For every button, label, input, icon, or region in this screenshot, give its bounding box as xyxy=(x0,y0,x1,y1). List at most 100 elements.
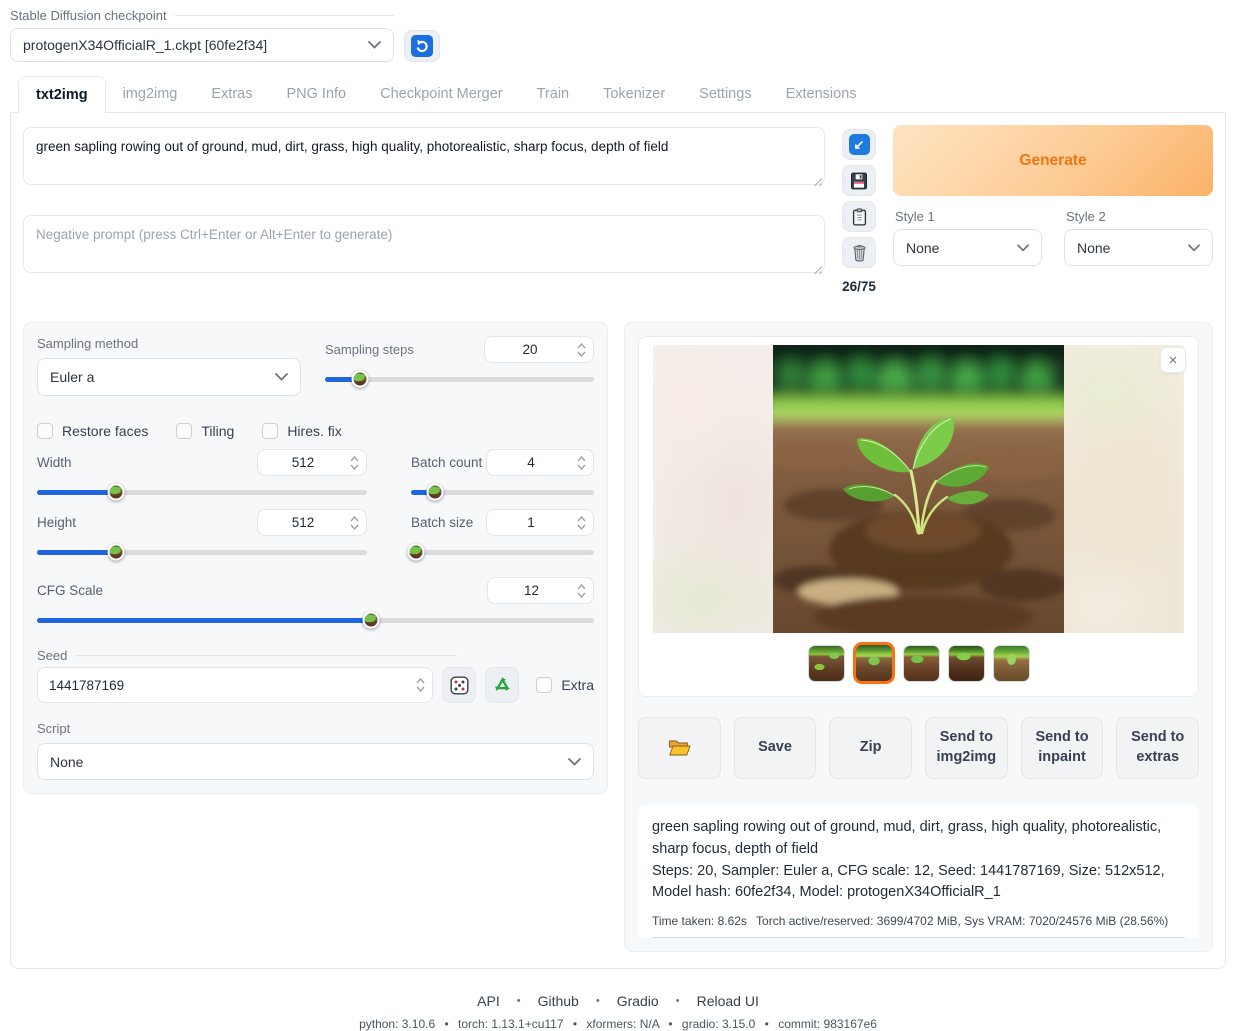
reuse-seed-button[interactable] xyxy=(485,667,519,703)
checkpoint-label: Stable Diffusion checkpoint xyxy=(10,8,394,23)
height-slider[interactable] xyxy=(37,544,367,560)
prompt-input[interactable]: green sapling rowing out of ground, mud,… xyxy=(23,127,825,185)
paste-generation-params-button[interactable]: ↙ xyxy=(842,129,876,160)
batch-count-slider[interactable] xyxy=(411,484,594,500)
stepper-icon[interactable] xyxy=(414,678,432,692)
gallery-thumbnail[interactable] xyxy=(903,645,940,682)
generate-button[interactable]: Generate xyxy=(893,125,1213,196)
api-link[interactable]: API xyxy=(477,993,500,1009)
width-input[interactable]: 512 xyxy=(257,449,367,476)
slider-thumb[interactable] xyxy=(108,544,125,561)
token-counter: 26/75 xyxy=(842,279,876,294)
extra-seed-label: Extra xyxy=(561,677,594,693)
style1-dropdown[interactable]: None xyxy=(893,229,1042,266)
dot-separator: • xyxy=(676,995,680,1007)
height-input[interactable]: 512 xyxy=(257,509,367,536)
negative-prompt-input[interactable] xyxy=(23,215,825,273)
clipboard-icon xyxy=(850,207,869,227)
hires-fix-checkbox[interactable]: Hires. fix xyxy=(262,423,341,439)
send-to-img2img-button[interactable]: Send to img2img xyxy=(925,717,1008,779)
batch-size-input[interactable]: 1 xyxy=(486,509,594,536)
gallery-thumbnail[interactable] xyxy=(808,645,845,682)
batch-count-input[interactable]: 4 xyxy=(486,449,594,476)
slider-thumb[interactable] xyxy=(426,484,443,501)
close-icon[interactable]: × xyxy=(1160,347,1186,373)
reload-ui-link[interactable]: Reload UI xyxy=(697,993,759,1009)
sampling-method-dropdown[interactable]: Euler a xyxy=(37,358,301,396)
tab-extensions[interactable]: Extensions xyxy=(769,76,874,112)
open-folder-icon xyxy=(667,738,692,758)
dice-icon xyxy=(449,675,470,696)
github-link[interactable]: Github xyxy=(538,993,579,1009)
slider-thumb[interactable] xyxy=(108,484,125,501)
checkbox-icon xyxy=(262,423,278,439)
dot-separator: • xyxy=(517,995,521,1007)
cfg-scale-slider[interactable] xyxy=(37,612,594,628)
tab-png-info[interactable]: PNG Info xyxy=(269,76,363,112)
sampling-steps-value: 20 xyxy=(485,342,575,357)
tab-tokenizer[interactable]: Tokenizer xyxy=(586,76,682,112)
sampling-steps-input[interactable]: 20 xyxy=(484,336,594,363)
zip-button[interactable]: Zip xyxy=(829,717,912,779)
gradio-link[interactable]: Gradio xyxy=(617,993,659,1009)
generation-info: green sapling rowing out of ground, mud,… xyxy=(638,805,1199,938)
stepper-icon[interactable] xyxy=(575,343,593,357)
chevron-down-icon xyxy=(275,373,288,381)
chevron-down-icon xyxy=(1188,244,1200,252)
script-dropdown[interactable]: None xyxy=(37,743,594,780)
image-gallery: × xyxy=(638,336,1199,697)
extra-seed-checkbox[interactable]: Extra xyxy=(536,677,594,693)
checkpoint-block: Stable Diffusion checkpoint protogenX34O… xyxy=(10,8,394,62)
refresh-checkpoint-button[interactable] xyxy=(404,30,440,62)
width-value: 512 xyxy=(258,455,348,470)
tab-settings[interactable]: Settings xyxy=(682,76,768,112)
txt2img-panel: green sapling rowing out of ground, mud,… xyxy=(10,112,1226,969)
send-to-inpaint-button[interactable]: Send to inpaint xyxy=(1021,717,1104,779)
tab-txt2img[interactable]: txt2img xyxy=(18,76,106,113)
random-seed-button[interactable] xyxy=(442,667,476,703)
batch-size-slider[interactable] xyxy=(411,544,594,560)
style1-value: None xyxy=(906,240,939,256)
gallery-thumbnail[interactable] xyxy=(993,645,1030,682)
slider-thumb[interactable] xyxy=(363,612,380,629)
version-info: python: 3.10.6 • torch: 1.13.1+cu117 • x… xyxy=(10,1017,1226,1031)
stepper-icon[interactable] xyxy=(348,456,366,470)
sampling-method-label: Sampling method xyxy=(37,336,301,351)
stepper-icon[interactable] xyxy=(348,516,366,530)
generated-image[interactable] xyxy=(773,345,1064,633)
output-panel: × xyxy=(624,322,1213,952)
checkpoint-dropdown[interactable]: protogenX34OfficialR_1.ckpt [60fe2f34] xyxy=(10,28,394,62)
tab-extras[interactable]: Extras xyxy=(194,76,269,112)
seed-input[interactable]: 1441787169 xyxy=(37,667,433,703)
cfg-scale-value: 12 xyxy=(488,583,575,598)
batch-size-value: 1 xyxy=(487,515,575,530)
slider-thumb[interactable] xyxy=(408,544,425,561)
stepper-icon[interactable] xyxy=(575,456,593,470)
restore-faces-checkbox[interactable]: Restore faces xyxy=(37,423,148,439)
tab-train[interactable]: Train xyxy=(520,76,587,112)
save-style-button[interactable] xyxy=(842,165,876,196)
gallery-thumbnail[interactable] xyxy=(948,645,985,682)
width-slider[interactable] xyxy=(37,484,367,500)
clear-prompt-button[interactable] xyxy=(842,237,876,268)
save-button[interactable]: Save xyxy=(734,717,817,779)
apply-style-button[interactable] xyxy=(842,201,876,232)
sampling-steps-slider[interactable] xyxy=(325,371,594,387)
stepper-icon[interactable] xyxy=(575,516,593,530)
tiling-checkbox[interactable]: Tiling xyxy=(176,423,234,439)
main-tabs: txt2img img2img Extras PNG Info Checkpoi… xyxy=(10,76,1226,112)
cfg-scale-input[interactable]: 12 xyxy=(487,577,594,604)
tab-checkpoint-merger[interactable]: Checkpoint Merger xyxy=(363,76,520,112)
open-folder-button[interactable] xyxy=(638,717,721,779)
checkbox-icon xyxy=(37,423,53,439)
send-to-extras-button[interactable]: Send to extras xyxy=(1116,717,1199,779)
floppy-disk-icon xyxy=(849,171,869,191)
tab-img2img[interactable]: img2img xyxy=(106,76,195,112)
gallery-thumbnail-selected[interactable] xyxy=(853,642,895,684)
stepper-icon[interactable] xyxy=(575,584,593,598)
slider-thumb[interactable] xyxy=(351,371,368,388)
footer: API • Github • Gradio • Reload UI python… xyxy=(10,993,1226,1031)
sampling-method-value: Euler a xyxy=(50,369,94,385)
restore-faces-label: Restore faces xyxy=(62,423,148,439)
style2-dropdown[interactable]: None xyxy=(1064,229,1213,266)
